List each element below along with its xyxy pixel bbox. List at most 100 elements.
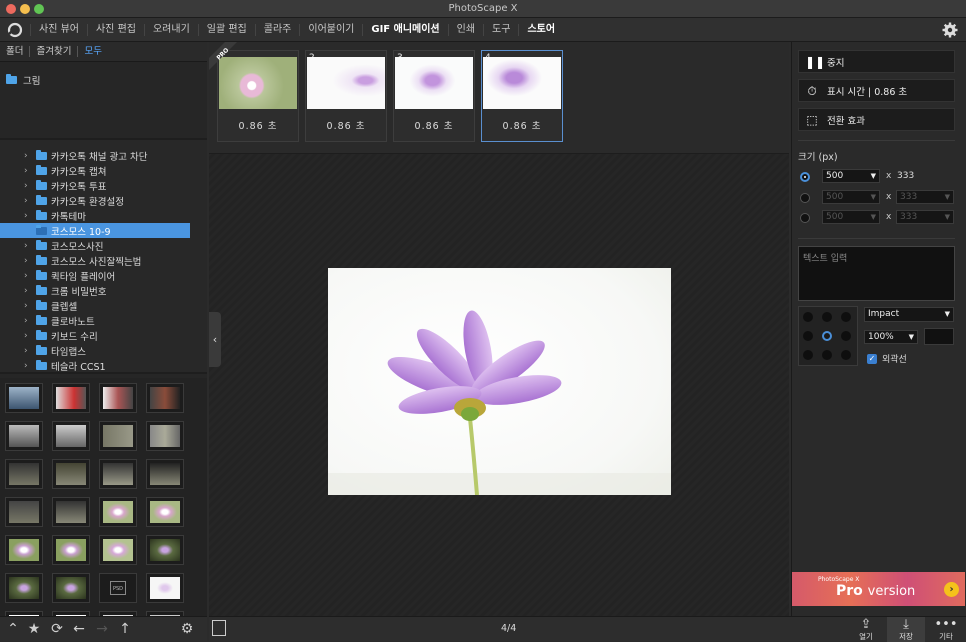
refresh-icon[interactable]: ⟳ [49, 621, 65, 637]
height-select-3[interactable]: 333 ▼ [896, 210, 954, 224]
tree-folder-item[interactable]: › 카카오톡 환경설정 [24, 193, 190, 208]
menu-gif-animation[interactable]: GIF 애니메이션 [362, 24, 447, 36]
position-top-center[interactable] [822, 312, 832, 322]
tree-folder-item[interactable]: › 카카오톡 투표 [24, 178, 190, 193]
menu-cut-out[interactable]: 오려내기 [143, 24, 198, 36]
back-arrow-icon[interactable]: ← [71, 621, 87, 637]
position-middle-left[interactable] [803, 331, 813, 341]
photo-thumbnail[interactable] [99, 383, 137, 413]
photo-thumbnail[interactable] [146, 497, 184, 527]
menu-photo-editor[interactable]: 사진 편집 [86, 24, 144, 36]
menu-tools[interactable]: 도구 [483, 24, 518, 36]
menu-batch[interactable]: 일괄 편집 [197, 24, 255, 36]
photo-thumbnail[interactable] [99, 421, 137, 451]
photo-thumbnail[interactable] [146, 535, 184, 565]
chevron-right-icon[interactable]: › [24, 286, 32, 296]
chevron-right-icon[interactable]: › [24, 301, 32, 311]
forward-arrow-icon[interactable]: → [94, 621, 110, 637]
ad-arrow-icon[interactable]: › [944, 582, 959, 597]
position-center[interactable] [822, 331, 832, 341]
tree-folder-item[interactable]: › 카카오톡 캡쳐 [24, 163, 190, 178]
photo-thumbnail[interactable] [146, 573, 184, 603]
tree-folder-item[interactable]: › 카톡테마 [24, 208, 190, 223]
position-middle-right[interactable] [841, 331, 851, 341]
star-icon[interactable]: ★ [26, 621, 42, 637]
up-arrow-icon[interactable]: ↑ [117, 621, 133, 637]
frame-2[interactable]: 2 0.86 초 [305, 50, 387, 142]
photo-thumbnail[interactable] [52, 497, 90, 527]
tree-folder-item[interactable]: › 타임랩스 [24, 343, 190, 358]
photo-thumbnail[interactable] [5, 573, 43, 603]
photo-thumbnail[interactable] [5, 459, 43, 489]
save-button[interactable]: ⤓ 저장 [887, 617, 925, 642]
tree-folder-item[interactable]: › 카카오톡 채널 광고 차단 [24, 148, 190, 163]
chevron-right-icon[interactable]: › [24, 241, 32, 251]
text-size-select[interactable]: 100% ▼ [864, 330, 918, 344]
chevron-right-icon[interactable]: › [24, 361, 32, 371]
position-top-left[interactable] [803, 312, 813, 322]
position-bottom-center[interactable] [822, 350, 832, 360]
chevron-right-icon[interactable]: › [24, 256, 32, 266]
menu-collage[interactable]: 콜라주 [254, 24, 300, 36]
size-option-2-radio[interactable] [800, 193, 810, 203]
photo-thumbnail[interactable] [52, 421, 90, 451]
text-color-swatch[interactable] [924, 328, 954, 345]
settings-gear-icon[interactable]: ⚙ [179, 621, 195, 637]
menu-photo-viewer[interactable]: 사진 뷰어 [30, 24, 87, 36]
menu-combine[interactable]: 이어붙이기 [299, 24, 362, 36]
chevron-right-icon[interactable]: › [24, 211, 32, 221]
tree-folder-item[interactable]: › 키보드 수리 [24, 328, 190, 343]
stop-button[interactable]: ❚❚ 중지 [798, 50, 955, 73]
width-select-1[interactable]: 500 ▼ [822, 169, 880, 183]
tab-folders[interactable]: 폴더 [6, 46, 31, 57]
font-select[interactable]: Impact ▼ [864, 307, 954, 322]
photo-thumbnail[interactable] [99, 535, 137, 565]
position-bottom-left[interactable] [803, 350, 813, 360]
height-select-2[interactable]: 333 ▼ [896, 190, 954, 204]
frame-4[interactable]: 4 0.86 초 [481, 50, 563, 142]
photo-thumbnail[interactable] [146, 383, 184, 413]
photo-thumbnail[interactable] [99, 459, 137, 489]
photo-thumbnail[interactable] [146, 459, 184, 489]
photo-thumbnail[interactable] [5, 535, 43, 565]
tree-folder-item[interactable]: › 코스모스 사진잘찍는법 [24, 253, 190, 268]
collapse-up-icon[interactable]: ⌃ [5, 621, 21, 637]
outline-checkbox[interactable]: ✓ 외곽선 [867, 352, 907, 365]
size-option-1-radio[interactable] [800, 172, 810, 182]
position-top-right[interactable] [841, 312, 851, 322]
photo-thumbnail[interactable] [5, 421, 43, 451]
tree-folder-item[interactable]: 코스모스 10-9 [0, 223, 190, 238]
chevron-right-icon[interactable]: › [24, 181, 32, 191]
menu-print[interactable]: 인쇄 [447, 24, 483, 36]
photo-thumbnail[interactable] [5, 497, 43, 527]
size-option-3-radio[interactable] [800, 213, 810, 223]
frame-3[interactable]: 3 0.86 초 [393, 50, 475, 142]
tree-folder-item[interactable]: › 크롬 비밀번호 [24, 283, 190, 298]
transition-effect-button[interactable]: ⬚ 전환 효과 [798, 108, 955, 131]
photo-thumbnail[interactable] [52, 573, 90, 603]
photo-thumbnail[interactable] [146, 421, 184, 451]
tree-folder-item[interactable]: › 코스모스사진 [24, 238, 190, 253]
chevron-right-icon[interactable]: › [24, 346, 32, 356]
chevron-right-icon[interactable]: › [24, 151, 32, 161]
position-bottom-right[interactable] [841, 350, 851, 360]
settings-gear-icon[interactable] [941, 21, 959, 39]
open-button[interactable]: ⇪ 열기 [847, 617, 885, 642]
photo-thumbnail[interactable] [52, 383, 90, 413]
collapse-left-panel-button[interactable]: ‹ [209, 312, 221, 367]
photo-thumbnail[interactable]: PSD [99, 573, 137, 603]
tab-favorites[interactable]: 즐겨찾기 [36, 46, 79, 57]
chevron-right-icon[interactable]: › [24, 271, 32, 281]
photo-thumbnail[interactable] [52, 459, 90, 489]
tab-all[interactable]: 모두 [84, 46, 107, 57]
more-button[interactable]: ••• 기타 [927, 617, 965, 642]
pro-version-ad-banner[interactable]: PhotoScape X Pro version › [792, 572, 965, 606]
width-select-3[interactable]: 500 ▼ [822, 210, 880, 224]
panel-toggle-icon[interactable] [212, 620, 226, 636]
tree-folder-item[interactable]: › 테슬라 CCS1 [24, 358, 190, 373]
photo-thumbnail[interactable] [52, 535, 90, 565]
photoscape-logo-icon[interactable] [6, 21, 24, 39]
display-time-button[interactable]: ⏱ 표시 시간 | 0.86 초 [798, 79, 955, 102]
chevron-right-icon[interactable]: › [24, 196, 32, 206]
tree-folder-item[interactable]: › 클로바노트 [24, 313, 190, 328]
